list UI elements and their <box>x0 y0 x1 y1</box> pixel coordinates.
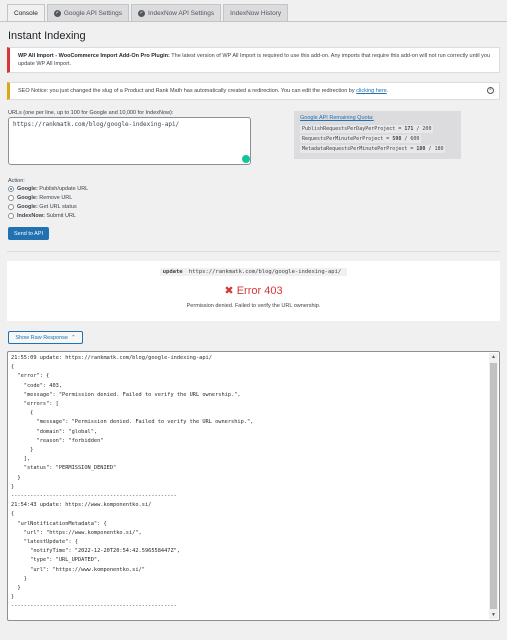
raw-line: "notifyTime": "2022-12-20T20:54:42.59655… <box>11 548 181 555</box>
raw-line: } <box>11 447 34 454</box>
check-circle-icon: ✓ <box>138 9 146 17</box>
notice-plugin-name: WP All Import - WooCommerce Import Add-O… <box>18 53 170 59</box>
tab-indexnow-api-settings[interactable]: ✓ IndexNow API Settings <box>131 4 222 21</box>
radio-google-remove[interactable]: Google: Remove URL <box>8 195 72 201</box>
seo-notice: SEO Notice: you just changed the slug of… <box>7 82 500 100</box>
raw-line: "errors": [ <box>11 401 59 408</box>
raw-line: } <box>11 474 21 481</box>
result-panel: update https://rankmatk.com/blog/google-… <box>7 261 500 321</box>
tab-label: Google API Settings <box>63 9 123 17</box>
check-circle-icon: ✓ <box>53 9 61 17</box>
radio-indexnow-submit[interactable]: IndexNow: Submit URL <box>8 213 76 219</box>
raw-line: "reason": "forbidden" <box>11 437 104 444</box>
raw-line: "url": "https://www.komponentko.si/" <box>11 566 145 573</box>
error-heading: ✖ Error 403 <box>224 285 283 297</box>
raw-line: ----------------------------------------… <box>11 603 177 610</box>
raw-line: "latestUpdate": { <box>11 539 78 546</box>
send-to-api-button[interactable]: Send to API <box>8 227 49 240</box>
raw-line: } <box>11 483 15 490</box>
radio-google-publish[interactable]: Google: Publish/update URL <box>8 186 88 192</box>
tab-bar: Console ✓ Google API Settings ✓ IndexNow A… <box>7 4 289 22</box>
raw-line: "message": "Permission denied. Failed to… <box>11 391 241 398</box>
error-message: Permission denied. Failed to verify the … <box>186 303 321 309</box>
tab-label: IndexNow History <box>230 9 282 17</box>
radio-button[interactable] <box>8 186 14 192</box>
raw-response-text: 21:55:09 update: https://rankmatk.com/bl… <box>11 354 485 612</box>
raw-line: { <box>11 364 15 371</box>
raw-line: ], <box>11 456 31 463</box>
scroll-down-icon[interactable]: ▼ <box>491 612 496 618</box>
tab-divider <box>0 21 507 22</box>
quota-row: RequestsPerMinutePerProject = 598 / 600 <box>300 135 422 143</box>
raw-line: "url": "https://www.komponentko.si/", <box>11 529 142 536</box>
raw-response-textarea[interactable]: 21:55:09 update: https://rankmatk.com/bl… <box>7 351 500 621</box>
divider <box>7 251 500 252</box>
raw-line: 21:54:43 update: https://www.komponentko… <box>11 502 152 509</box>
scrollbar-thumb[interactable] <box>490 363 497 609</box>
raw-line: { <box>11 511 15 518</box>
raw-line: "status": "PERMISSION_DENIED" <box>11 465 117 472</box>
error-x-icon: ✖ <box>224 285 234 297</box>
scroll-up-icon[interactable]: ▲ <box>491 354 496 360</box>
radio-button[interactable] <box>8 195 14 201</box>
radio-button[interactable] <box>8 204 14 210</box>
raw-line: ----------------------------------------… <box>11 493 177 500</box>
urls-textarea[interactable]: https://rankmatk.com/blog/google-indexin… <box>8 117 251 165</box>
chevron-up-icon: ⌃ <box>70 334 76 341</box>
raw-line: } <box>11 594 15 601</box>
tab-label: Console <box>14 10 38 17</box>
radio-button[interactable] <box>8 213 14 219</box>
result-url: update https://rankmatk.com/blog/google-… <box>159 268 348 276</box>
action-label: Action: <box>8 178 25 184</box>
tab-indexnow-history[interactable]: IndexNow History <box>223 4 289 21</box>
raw-line: "error": { <box>11 373 50 380</box>
page-title: Instant Indexing <box>8 30 86 42</box>
tab-label: IndexNow API Settings <box>148 9 215 17</box>
quota-row: PublishRequestsPerDayPerProject = 171 / … <box>300 125 434 133</box>
raw-line: 21:55:09 update: https://rankmatk.com/bl… <box>11 355 212 361</box>
notice-text: SEO Notice: you just changed the slug of… <box>18 88 357 94</box>
raw-line: "code": 403, <box>11 382 63 389</box>
raw-line: "urlNotificationMetadata": { <box>11 520 107 527</box>
quota-title[interactable]: Google API Remaining Quota: <box>300 115 455 121</box>
dismiss-icon[interactable]: × <box>487 87 494 94</box>
quota-panel: Google API Remaining Quota: PublishReque… <box>294 111 461 159</box>
redirection-link[interactable]: clicking here <box>356 88 387 94</box>
radio-google-status[interactable]: Google: Get URL status <box>8 204 77 210</box>
show-raw-response-button[interactable]: Show Raw Response ⌃ <box>8 331 83 344</box>
error-notice: WP All Import - WooCommerce Import Add-O… <box>7 47 500 73</box>
tab-console[interactable]: Console <box>7 4 45 22</box>
notice-end: . <box>386 88 389 94</box>
raw-line: { <box>11 410 34 417</box>
grammarly-icon[interactable] <box>242 155 250 163</box>
raw-line: "message": "Permission denied. Failed to… <box>11 419 254 426</box>
raw-line: } <box>11 585 21 592</box>
scrollbar[interactable]: ▲ ▼ <box>489 353 498 619</box>
urls-label: URLs (one per line, up to 100 for Google… <box>8 110 174 116</box>
quota-row: MetadataRequestsPerMinutePerProject = 18… <box>300 145 446 153</box>
raw-line: "domain": "global", <box>11 428 98 435</box>
raw-line: } <box>11 575 27 582</box>
tab-google-api-settings[interactable]: ✓ Google API Settings <box>46 4 130 21</box>
raw-line: "type": "URL_UPDATED", <box>11 557 101 564</box>
